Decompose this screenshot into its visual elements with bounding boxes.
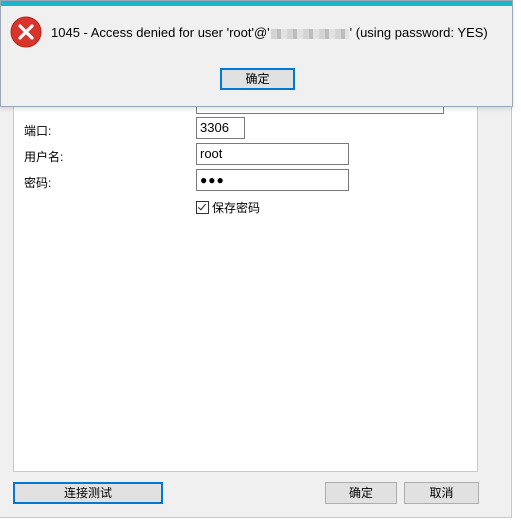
password-field[interactable]: ●●● xyxy=(196,169,349,191)
error-message-box: 1045 - Access denied for user 'root'@' ' … xyxy=(0,0,513,107)
error-ok-button[interactable]: 确定 xyxy=(220,68,295,90)
save-password-label: 保存密码 xyxy=(212,201,261,215)
cancel-button[interactable]: 取消 xyxy=(404,482,479,504)
test-connection-button[interactable]: 连接测试 xyxy=(13,482,163,504)
password-label: 密码: xyxy=(24,176,52,190)
username-label: 用户名: xyxy=(24,150,64,164)
save-password-option[interactable]: 保存密码 xyxy=(196,199,260,216)
username-field[interactable]: root xyxy=(196,143,349,165)
port-field[interactable]: 3306 xyxy=(196,117,245,139)
save-password-checkbox[interactable] xyxy=(196,201,209,214)
ok-button[interactable]: 确定 xyxy=(325,482,397,504)
error-message-prefix: 1045 - Access denied for user 'root'@' xyxy=(51,25,270,40)
port-label: 端口: xyxy=(24,124,52,138)
title-accent-bar xyxy=(1,1,512,6)
error-message: 1045 - Access denied for user 'root'@' ' … xyxy=(51,25,488,40)
redacted-host xyxy=(270,28,349,39)
error-message-suffix: ' (using password: YES) xyxy=(349,25,488,40)
error-icon xyxy=(10,16,42,48)
